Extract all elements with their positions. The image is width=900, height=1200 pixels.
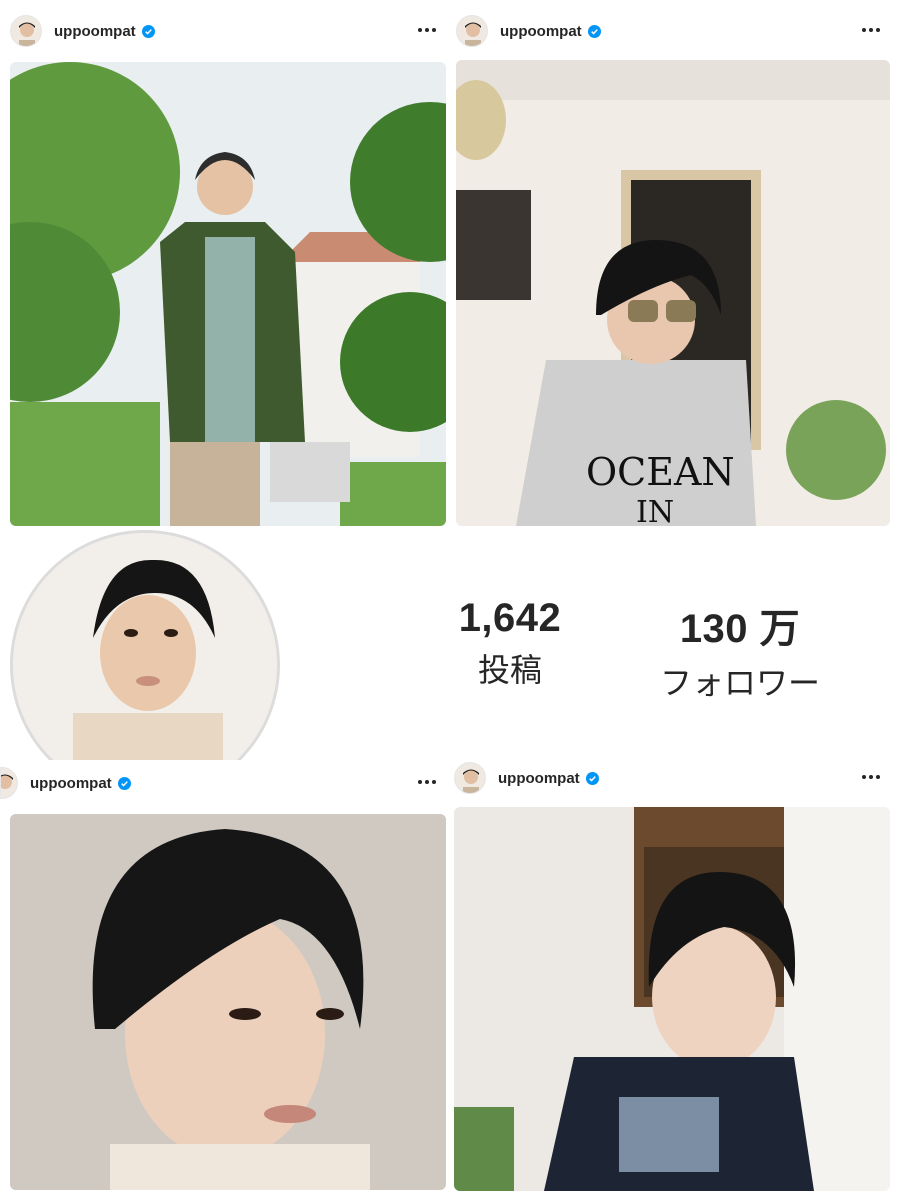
svg-text:IN: IN bbox=[636, 495, 674, 526]
post-4: uppoompat bbox=[454, 755, 890, 1191]
posts-count-value: 1,642 bbox=[458, 596, 562, 640]
profile-strip: 1,642 投稿 130 万 フォロワー bbox=[0, 528, 900, 800]
post-photo[interactable] bbox=[10, 62, 446, 526]
username[interactable]: uppoompat bbox=[500, 23, 582, 40]
avatar[interactable] bbox=[0, 767, 18, 799]
verified-badge-icon bbox=[585, 771, 599, 785]
verified-badge-icon bbox=[117, 776, 131, 790]
post-header: uppoompat bbox=[10, 8, 446, 54]
verified-badge-icon bbox=[587, 24, 601, 38]
more-options-icon[interactable] bbox=[414, 772, 440, 792]
post-header: uppoompat bbox=[456, 8, 890, 54]
username[interactable]: uppoompat bbox=[54, 23, 136, 40]
svg-text:OCEAN: OCEAN bbox=[586, 450, 735, 494]
followers-count-value: 130 万 bbox=[679, 607, 801, 651]
posts-count[interactable]: 1,642 投稿 bbox=[430, 596, 590, 691]
more-options-icon[interactable] bbox=[858, 20, 884, 40]
username[interactable]: uppoompat bbox=[498, 770, 580, 787]
post-header: uppoompat bbox=[454, 755, 890, 801]
verified-badge-icon bbox=[141, 24, 155, 38]
followers-count-label: フォロワー bbox=[659, 664, 820, 702]
more-options-icon[interactable] bbox=[858, 767, 884, 787]
post-1: uppoompat bbox=[10, 8, 446, 526]
username[interactable]: uppoompat bbox=[30, 775, 112, 792]
post-photo[interactable] bbox=[454, 807, 890, 1191]
avatar[interactable] bbox=[454, 762, 486, 794]
post-photo[interactable] bbox=[10, 814, 446, 1190]
post-3: uppoompat bbox=[0, 760, 446, 1190]
post-2: uppoompat OCEAN IN bbox=[456, 8, 890, 526]
avatar[interactable] bbox=[10, 15, 42, 47]
avatar[interactable] bbox=[456, 15, 488, 47]
posts-count-label: 投稿 bbox=[477, 651, 542, 689]
more-options-icon[interactable] bbox=[414, 20, 440, 40]
followers-count[interactable]: 130 万 フォロワー bbox=[640, 596, 840, 704]
post-photo[interactable]: OCEAN IN bbox=[456, 60, 890, 526]
post-header: uppoompat bbox=[0, 760, 446, 806]
